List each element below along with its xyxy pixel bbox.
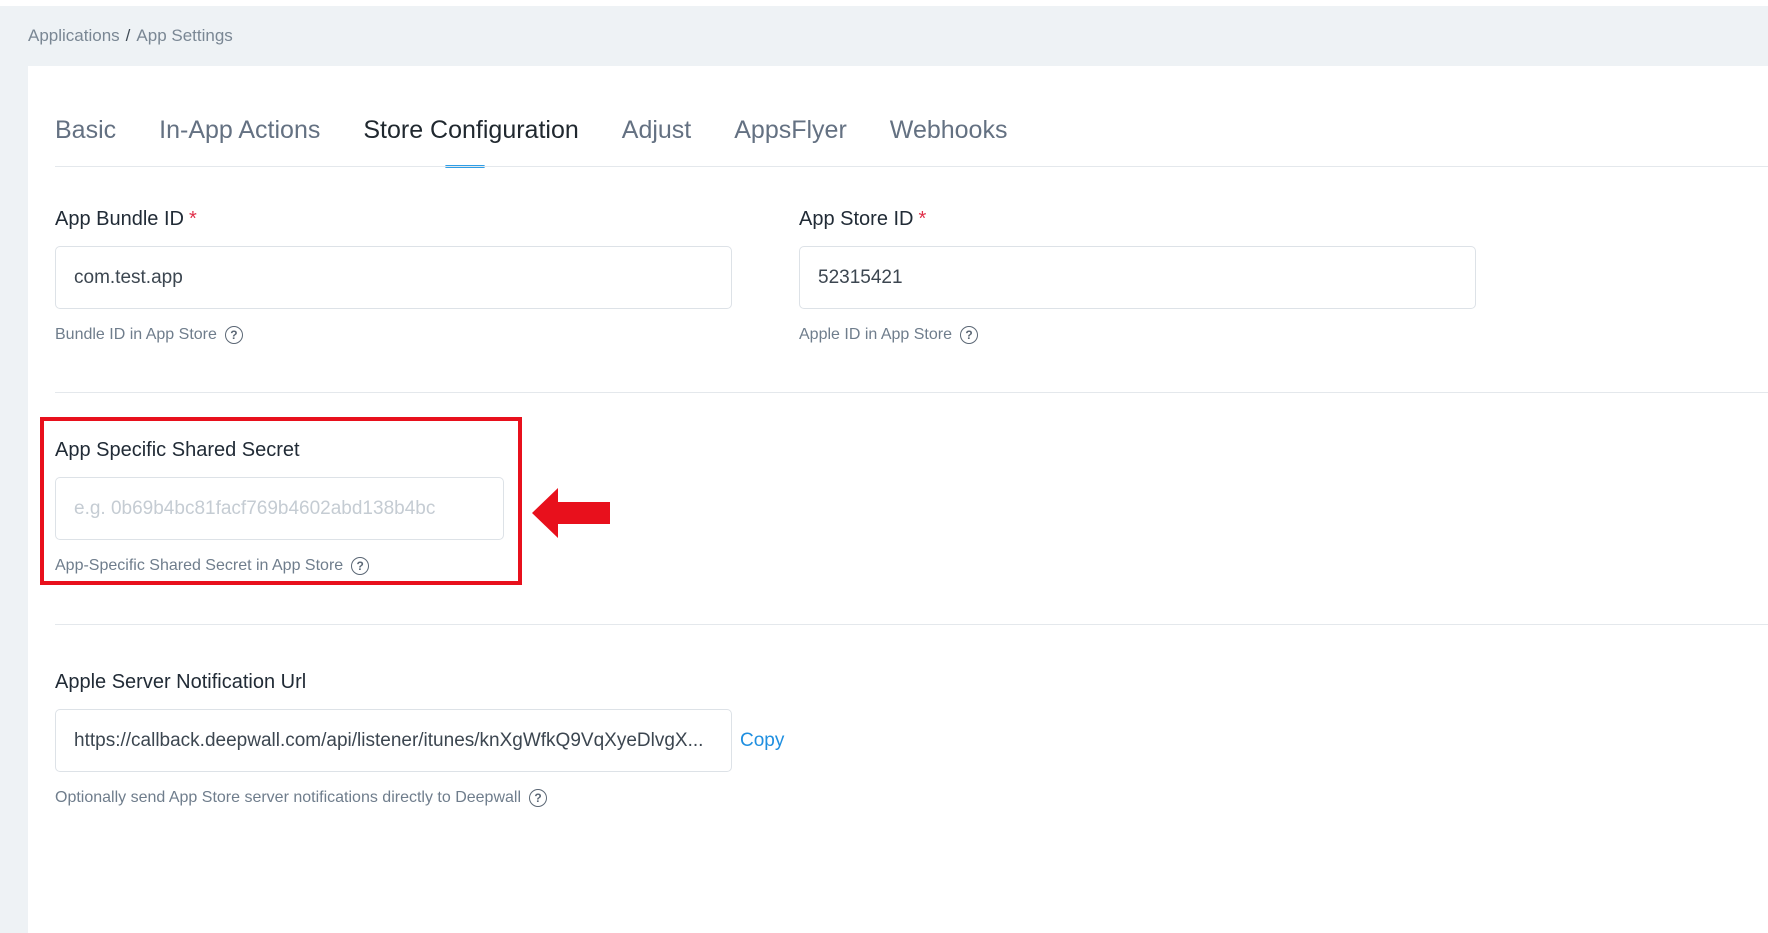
store-id-hint-text: Apple ID in App Store bbox=[799, 326, 952, 343]
store-id-label: App Store ID * bbox=[799, 208, 926, 231]
notification-url-hint: Optionally send App Store server notific… bbox=[55, 789, 548, 807]
breadcrumb: Applications / App Settings bbox=[28, 26, 233, 46]
section-divider bbox=[55, 392, 1768, 393]
required-mark: * bbox=[188, 208, 197, 230]
bundle-id-hint: Bundle ID in App Store ? bbox=[55, 326, 243, 344]
copy-button[interactable]: Copy bbox=[740, 730, 784, 752]
bundle-id-label: App Bundle ID * bbox=[55, 208, 197, 231]
highlight-box bbox=[40, 417, 522, 585]
store-id-label-text: App Store ID bbox=[799, 208, 914, 230]
breadcrumb-separator: / bbox=[125, 26, 131, 45]
question-circle-icon[interactable]: ? bbox=[529, 789, 548, 807]
tab-in-app-actions[interactable]: In-App Actions bbox=[159, 112, 320, 148]
tab-webhooks[interactable]: Webhooks bbox=[890, 112, 1008, 148]
question-circle-icon[interactable]: ? bbox=[224, 326, 243, 344]
store-id-hint: Apple ID in App Store ? bbox=[799, 326, 978, 344]
tab-adjust[interactable]: Adjust bbox=[622, 112, 691, 148]
tab-store-configuration-label: Store Configuration bbox=[363, 116, 579, 144]
tab-store-configuration[interactable]: Store Configuration bbox=[363, 112, 579, 168]
arrow-left-icon bbox=[532, 488, 610, 538]
notification-url-input[interactable]: https://callback.deepwall.com/api/listen… bbox=[55, 709, 732, 772]
settings-card: Basic In-App Actions Store Configuration… bbox=[28, 66, 1768, 933]
tabs-divider bbox=[55, 166, 1768, 167]
breadcrumb-applications[interactable]: Applications bbox=[28, 26, 120, 46]
notification-url-hint-text: Optionally send App Store server notific… bbox=[55, 789, 522, 806]
bundle-id-input[interactable]: com.test.app bbox=[55, 246, 732, 309]
tab-appsflyer[interactable]: AppsFlyer bbox=[734, 112, 847, 148]
required-mark: * bbox=[918, 208, 927, 230]
breadcrumb-app-settings: App Settings bbox=[136, 26, 233, 45]
tab-bar: Basic In-App Actions Store Configuration… bbox=[55, 112, 1768, 169]
section-divider bbox=[55, 624, 1768, 625]
question-circle-icon[interactable]: ? bbox=[959, 326, 978, 344]
bundle-id-hint-text: Bundle ID in App Store bbox=[55, 326, 217, 343]
notification-url-label: Apple Server Notification Url bbox=[55, 671, 307, 693]
tab-basic[interactable]: Basic bbox=[55, 112, 116, 148]
store-id-input[interactable]: 52315421 bbox=[799, 246, 1476, 309]
bundle-id-label-text: App Bundle ID bbox=[55, 208, 184, 230]
